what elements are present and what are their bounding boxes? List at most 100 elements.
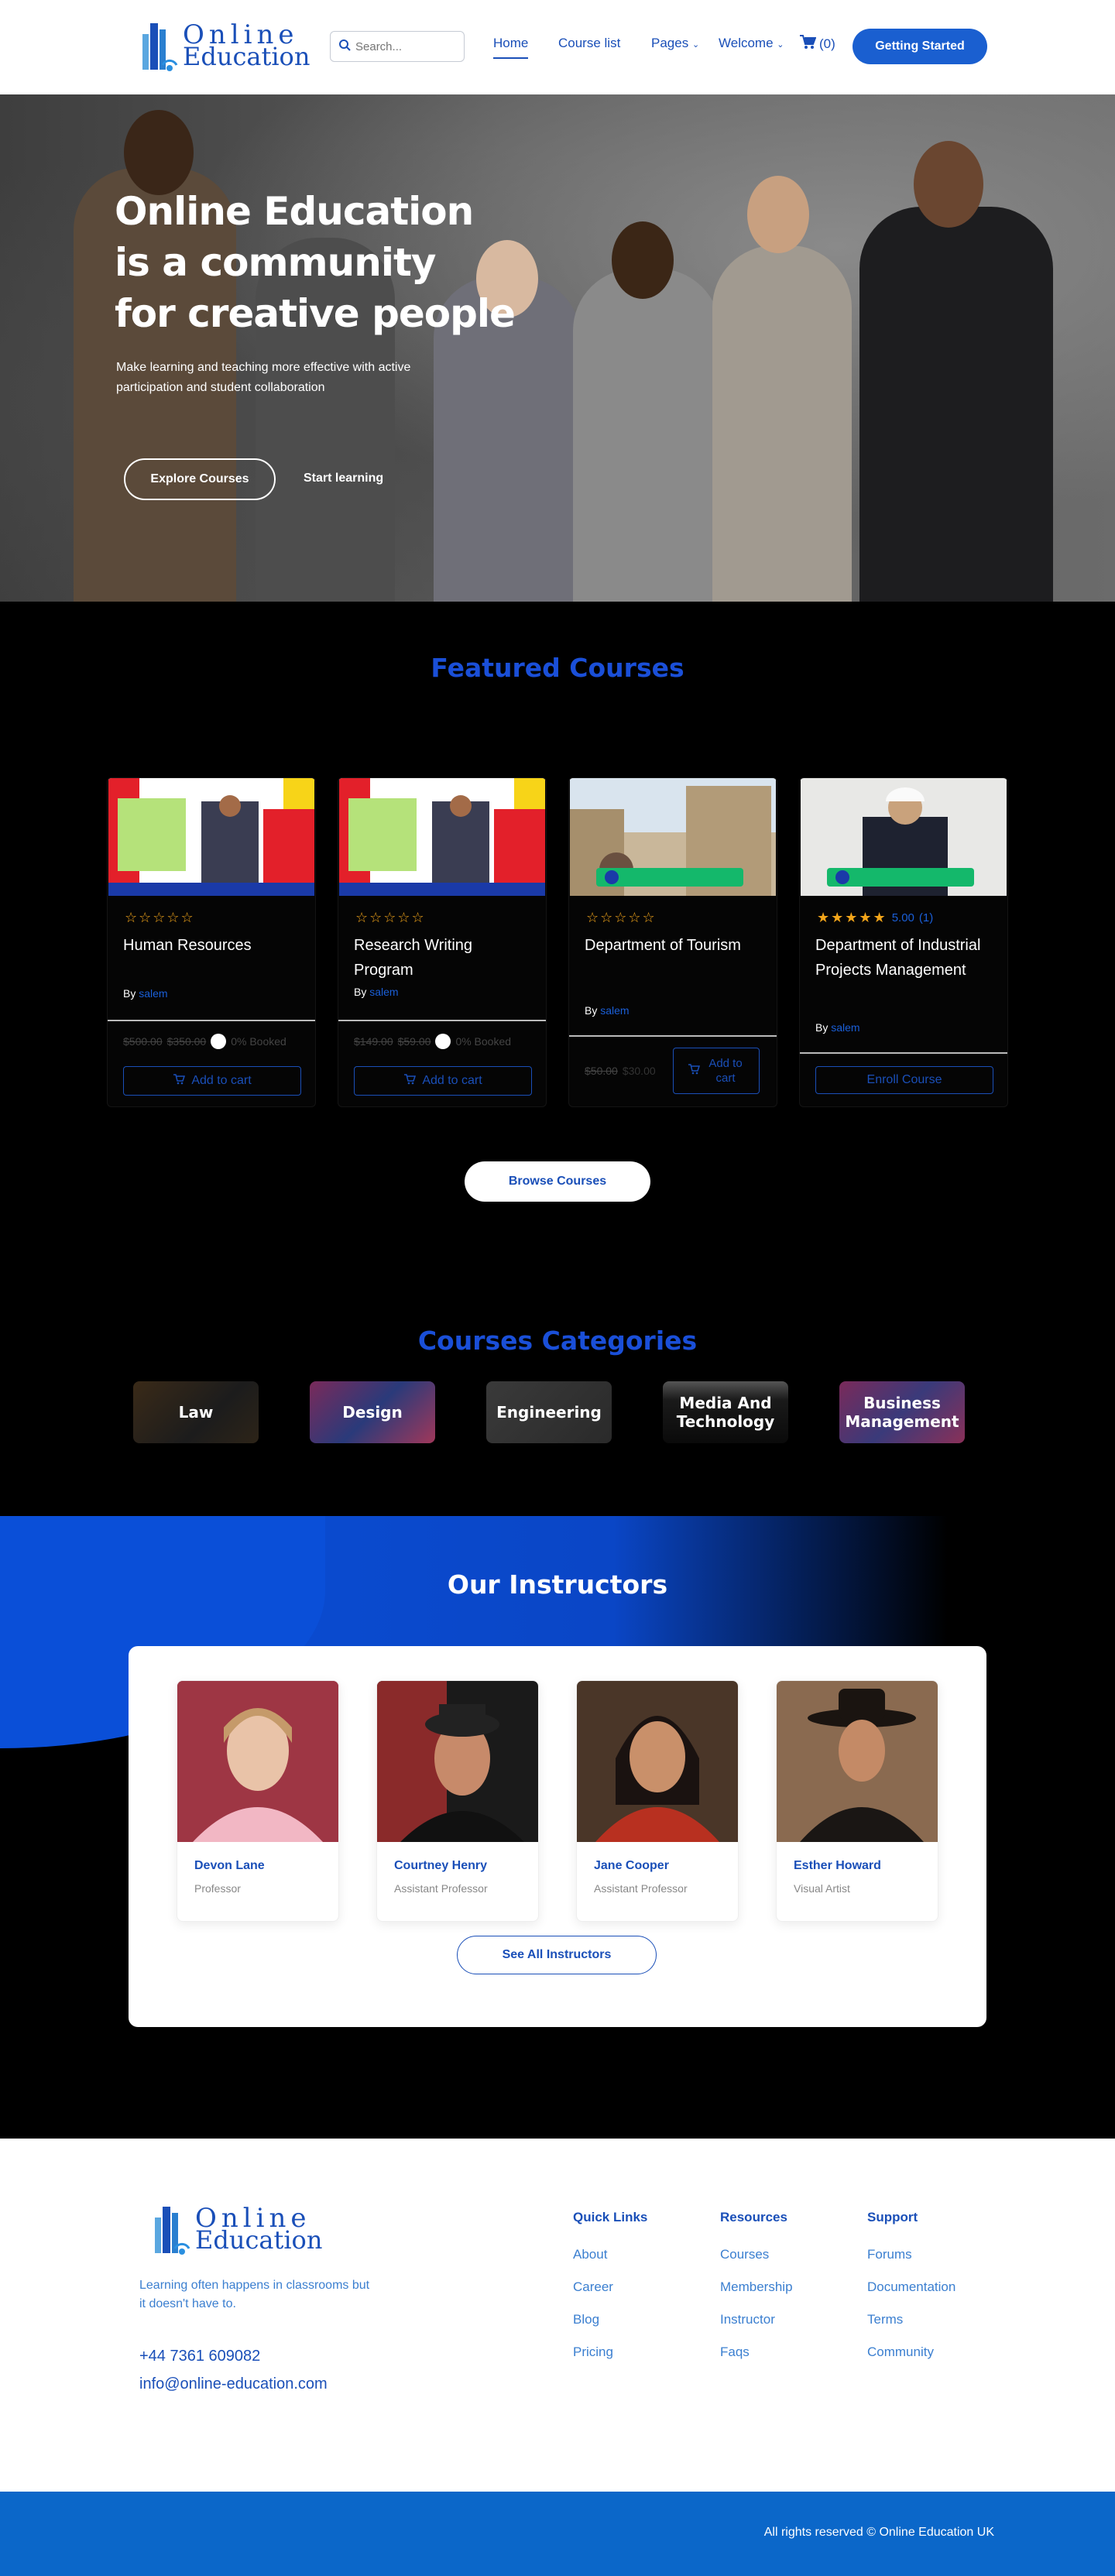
course-author-prefix: By <box>815 1021 829 1034</box>
new-price: $59.00 <box>397 1035 431 1048</box>
footer-link-forums[interactable]: Forums <box>867 2247 955 2262</box>
category-media-and-technology[interactable]: Media And Technology <box>663 1381 788 1443</box>
logo-icon <box>139 15 178 76</box>
course-card[interactable]: ☆☆☆☆☆ Research Writing Program By salem … <box>338 777 547 1107</box>
chevron-down-icon: ⌄ <box>691 40 700 50</box>
explore-courses-button[interactable]: Explore Courses <box>124 458 276 500</box>
footer-link-community[interactable]: Community <box>867 2344 955 2360</box>
instructor-photo <box>777 1681 938 1842</box>
category-label: Engineering <box>496 1403 602 1422</box>
footer-link-terms[interactable]: Terms <box>867 2312 955 2327</box>
course-author: By salem <box>354 986 399 998</box>
instructor-role: Assistant Professor <box>594 1882 688 1895</box>
category-label: Law <box>178 1403 214 1422</box>
course-author-link[interactable]: salem <box>139 987 167 1000</box>
cart-link[interactable]: (0) <box>799 34 835 53</box>
footer-phone[interactable]: +44 7361 609082 <box>139 2348 260 2365</box>
nav-course-list[interactable]: Course list <box>558 36 620 51</box>
course-title[interactable]: Department of Industrial Projects Manage… <box>815 933 997 983</box>
instructor-name[interactable]: Courtney Henry <box>394 1859 487 1873</box>
course-author-link[interactable]: salem <box>600 1004 629 1017</box>
nav-welcome[interactable]: Welcome ⌄ <box>719 36 784 51</box>
logo-line2: Education <box>195 2225 323 2255</box>
add-to-cart-label: Add to cart <box>708 1057 743 1085</box>
footer-link-career[interactable]: Career <box>573 2279 647 2295</box>
add-to-cart-button[interactable]: Add to cart <box>673 1048 760 1094</box>
course-author-link[interactable]: salem <box>831 1021 859 1034</box>
search-box[interactable] <box>330 31 465 62</box>
new-price: $350.00 <box>166 1035 207 1048</box>
browse-courses-button[interactable]: Browse Courses <box>465 1161 650 1202</box>
footer-link-about[interactable]: About <box>573 2247 647 2262</box>
booked-indicator <box>435 1034 451 1049</box>
course-title[interactable]: Human Resources <box>123 933 305 958</box>
course-rating: ★★★★★ 5.00 (1) <box>817 910 933 926</box>
getting-started-button[interactable]: Getting Started <box>853 29 987 64</box>
rating-count: (1) <box>918 911 934 924</box>
footer-link-faqs[interactable]: Faqs <box>720 2344 793 2360</box>
instructor-role: Professor <box>194 1882 241 1895</box>
course-card[interactable]: ☆☆☆☆☆ Human Resources By salem $500.00 $… <box>107 777 316 1107</box>
add-to-cart-label: Add to cart <box>422 1074 482 1087</box>
footer-column-title: Resources <box>720 2210 787 2224</box>
footer-link-membership[interactable]: Membership <box>720 2279 793 2295</box>
enroll-course-button[interactable]: Enroll Course <box>815 1066 993 1094</box>
see-all-instructors-button[interactable]: See All Instructors <box>457 1936 657 1974</box>
course-title[interactable]: Department of Tourism <box>585 933 767 958</box>
category-law[interactable]: Law <box>133 1381 259 1443</box>
nav-pages[interactable]: Pages ⌄ <box>651 36 699 51</box>
footer-email[interactable]: info@online-education.com <box>139 2375 328 2393</box>
booked-text: 0% Booked <box>455 1035 512 1048</box>
course-card[interactable]: ★★★★★ 5.00 (1) Department of Industrial … <box>799 777 1008 1107</box>
hero-subtitle: Make learning and teaching more effectiv… <box>116 361 411 394</box>
new-price: $30.00 <box>622 1065 656 1077</box>
course-title[interactable]: Research Writing Program <box>354 933 536 983</box>
nav-pages-label: Pages <box>651 36 689 50</box>
add-to-cart-label: Add to cart <box>191 1074 252 1087</box>
instructor-card[interactable]: Esther Howard Visual Artist <box>776 1680 938 1922</box>
logo-line2: Education <box>183 42 310 71</box>
instructor-card[interactable]: Devon Lane Professor <box>177 1680 339 1922</box>
footer-link-blog[interactable]: Blog <box>573 2312 647 2327</box>
add-to-cart-button[interactable]: Add to cart <box>354 1066 532 1096</box>
category-business-management[interactable]: Business Management <box>839 1381 965 1443</box>
footer-link-pricing[interactable]: Pricing <box>573 2344 647 2360</box>
search-input[interactable] <box>355 39 448 53</box>
category-engineering[interactable]: Engineering <box>486 1381 612 1443</box>
rating-value: 5.00 <box>891 911 914 924</box>
site-logo[interactable]: Online Education <box>139 15 310 76</box>
category-design[interactable]: Design <box>310 1381 435 1443</box>
instructors-title: Our Instructors <box>447 1569 668 1600</box>
search-icon <box>338 39 351 55</box>
price-row: $50.00 $30.00 <box>585 1065 656 1077</box>
cart-icon <box>688 1063 701 1079</box>
page: Online Education Home Course list Pages … <box>0 0 1115 2576</box>
footer-link-documentation[interactable]: Documentation <box>867 2279 955 2295</box>
footer-link-courses[interactable]: Courses <box>720 2247 793 2262</box>
course-card[interactable]: ☆☆☆☆☆ Department of Tourism By salem $50… <box>568 777 777 1107</box>
category-label: Media And Technology <box>676 1394 775 1431</box>
course-author-prefix: By <box>123 987 136 1000</box>
footer-column-resources: Resources Courses Membership Instructor … <box>720 2210 793 2377</box>
course-thumbnail <box>801 778 1007 896</box>
course-author: By salem <box>815 1021 860 1034</box>
old-price: $50.00 <box>585 1065 618 1077</box>
categories-title: Courses Categories <box>417 1326 698 1356</box>
start-learning-link[interactable]: Start learning <box>304 472 383 485</box>
nav-home[interactable]: Home <box>493 36 529 59</box>
course-rating: ☆☆☆☆☆ <box>355 910 426 925</box>
price-row: $500.00 $350.00 0% Booked <box>123 1034 286 1049</box>
old-price: $500.00 <box>123 1035 163 1048</box>
footer-column-quick-links: Quick Links About Career Blog Pricing <box>573 2210 647 2377</box>
instructor-card[interactable]: Courtney Henry Assistant Professor <box>376 1680 539 1922</box>
instructor-name[interactable]: Jane Cooper <box>594 1859 669 1873</box>
footer-logo[interactable]: Online Education <box>152 2199 322 2259</box>
course-author-link[interactable]: salem <box>369 986 398 998</box>
footer-column-title: Quick Links <box>573 2210 648 2224</box>
instructor-name[interactable]: Devon Lane <box>194 1859 265 1873</box>
add-to-cart-button[interactable]: Add to cart <box>123 1066 301 1096</box>
instructor-role: Assistant Professor <box>394 1882 488 1895</box>
instructor-name[interactable]: Esther Howard <box>794 1859 881 1873</box>
instructor-card[interactable]: Jane Cooper Assistant Professor <box>576 1680 739 1922</box>
footer-link-instructor[interactable]: Instructor <box>720 2312 793 2327</box>
